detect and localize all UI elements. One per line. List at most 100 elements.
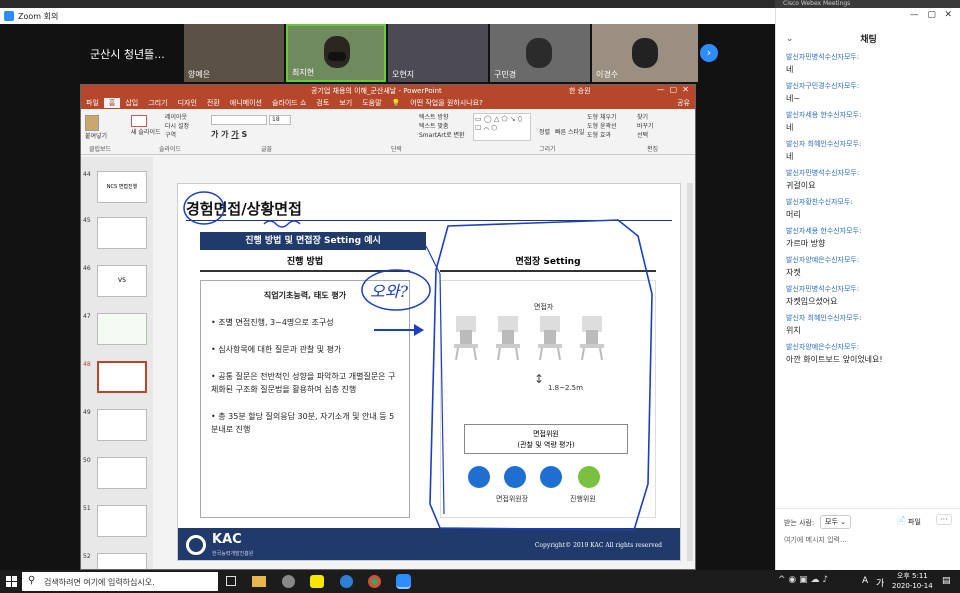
select-button[interactable]: 선택	[637, 131, 654, 140]
facilitator-label: 진행위원	[570, 495, 596, 503]
tab-transitions[interactable]: 전환	[202, 98, 225, 108]
candidate-seat-icon	[492, 316, 524, 361]
zoom-icon[interactable]	[396, 574, 411, 589]
window-controls[interactable]: — ▢ ✕	[657, 85, 689, 94]
edge-icon[interactable]	[340, 575, 353, 588]
method-box: 직업기초능력, 태도 평가 • 조별 면접진행, 3~4명으로 조구성 • 심사…	[200, 280, 410, 518]
participant-avatar	[632, 38, 658, 68]
file-explorer-icon[interactable]	[252, 576, 266, 587]
reset-button[interactable]: 다시 설정	[165, 122, 189, 131]
group-label-editing: 편집	[647, 146, 659, 153]
ink-annotation-text: 오와?	[370, 282, 409, 301]
clock-time: 오후 5:11	[896, 572, 928, 580]
taskbar-search[interactable]: ⚲ 검색하려면 여기에 입력하십시오.	[22, 572, 218, 591]
slide-thumbnail-selected[interactable]	[97, 361, 147, 393]
slide-thumbnail[interactable]	[97, 217, 147, 249]
tab-draw[interactable]: 그리기	[143, 98, 172, 108]
next-page-icon[interactable]: ›	[700, 44, 718, 62]
panel-line2: (관찰 및 역량 평가)	[517, 441, 575, 449]
smartart-button[interactable]: SmartArt로 변환	[419, 131, 465, 140]
tab-review[interactable]: 검토	[311, 98, 334, 108]
font-size-box[interactable]: 18	[269, 115, 291, 125]
tab-slideshow[interactable]: 슬라이드 쇼	[267, 98, 311, 108]
slide-number: 46	[83, 265, 91, 272]
task-view-icon[interactable]	[226, 576, 236, 586]
participant-tile[interactable]: 양예은	[184, 24, 284, 82]
ppt-tab-bar: 파일 홈 삽입 그리기 디자인 전환 애니메이션 슬라이드 쇼 검토 보기 도움…	[81, 97, 695, 109]
windows-taskbar: ⚲ 검색하려면 여기에 입력하십시오. ^ ◉ ▣ ☁ ♪ A 가 오후 5:1…	[0, 570, 960, 593]
thumbnail-pane[interactable]: 44 NCS 면접진행 45 46 VS 47 48 49 50 51 52	[81, 157, 153, 569]
section-banner: 진행 방법 및 면접장 Setting 예시	[200, 232, 426, 250]
share-button[interactable]: 공유	[672, 98, 695, 108]
tab-view[interactable]: 보기	[334, 98, 357, 108]
ime-indicator-korean[interactable]: 가	[876, 576, 884, 589]
group-label-paragraph: 단락	[391, 146, 403, 153]
participant-tile[interactable]: 오현지	[388, 24, 488, 82]
slide-canvas[interactable]: 경험면접/상황면접 진행 방법 및 면접장 Setting 예시 진행 방법 면…	[177, 183, 681, 561]
panel-box: 면접위원 (관찰 및 역량 평가)	[464, 424, 628, 454]
chrome-icon[interactable]	[368, 575, 381, 588]
zoom-title-bar: Zoom 회의	[0, 8, 775, 24]
text-align-button[interactable]: 텍스트 맞춤	[419, 122, 465, 131]
windows-start-icon[interactable]	[6, 576, 17, 587]
tab-home[interactable]: 홈	[103, 98, 121, 108]
recipient-select[interactable]: 모두 ⌄	[820, 515, 851, 529]
participant-tile-active[interactable]: 최지현	[286, 24, 386, 82]
slide-thumbnail[interactable]	[97, 409, 147, 441]
chat-message: 발신자세용 한수신자모두: 네	[786, 111, 862, 132]
tab-insert[interactable]: 삽입	[120, 98, 143, 108]
participant-tile[interactable]: 군산시 청년뜰...	[82, 24, 182, 82]
bullet-item: • 총 35분 할당 질의응답 30분, 자기소개 및 안내 등 5분내로 진행	[211, 412, 395, 434]
slide-thumbnail[interactable]	[97, 505, 147, 537]
shape-fill-button[interactable]: 도형 채우기	[587, 113, 617, 122]
participant-name: 오현지	[392, 70, 415, 79]
distance-arrow-icon: ↕	[534, 372, 545, 386]
tell-me-search[interactable]: 어떤 작업을 원하시나요?	[405, 98, 488, 108]
section-button[interactable]: 구역	[165, 131, 189, 140]
shape-outline-button[interactable]: 도형 윤곽선	[587, 122, 617, 131]
clock[interactable]: 오후 5:11 2020-10-14	[892, 571, 933, 591]
participant-tile[interactable]: 구민경	[490, 24, 590, 82]
tab-design[interactable]: 디자인	[173, 98, 202, 108]
footer-brand: KAC	[212, 532, 242, 547]
quick-styles-button[interactable]: 빠른 스타일	[555, 127, 585, 136]
kakaotalk-icon[interactable]	[310, 575, 324, 588]
replace-button[interactable]: 바꾸기	[637, 122, 654, 131]
chat-message: 발신자 최혜인수신자모두: 네	[786, 140, 862, 161]
text-direction-button[interactable]: 텍스트 방향	[419, 113, 465, 122]
chat-message: 발신자민병석수신자모두: 네	[786, 53, 860, 74]
more-icon[interactable]: ···	[936, 514, 952, 525]
layout-button[interactable]: 레이아웃	[165, 113, 189, 122]
chat-message: 발신자 최혜인수신자모두: 위치	[786, 314, 862, 335]
font-format-icons[interactable]: 가 가 가 S	[211, 129, 247, 140]
slide-thumbnail[interactable]: NCS 면접진행	[97, 171, 147, 203]
tray-icons[interactable]: ^ ◉ ▣ ☁ ♪	[778, 575, 828, 585]
file-button[interactable]: 파일	[908, 517, 921, 527]
participant-tile[interactable]: 이경수	[592, 24, 698, 82]
font-name-box[interactable]	[211, 115, 267, 125]
tab-animations[interactable]: 애니메이션	[225, 98, 267, 108]
app-icon[interactable]	[282, 575, 295, 588]
shape-effects-button[interactable]: 도형 효과	[587, 131, 617, 140]
paste-button[interactable]: 붙여넣기	[85, 115, 107, 140]
slide-thumbnail[interactable]	[97, 457, 147, 489]
ime-indicator[interactable]: A	[862, 576, 868, 586]
shapes-gallery[interactable]: ▭ ◯ △ ⬠ ↘ ⬯ ☐ ⌒ ⬡	[473, 113, 531, 141]
slide-thumbnail[interactable]	[97, 553, 147, 569]
notification-icon[interactable]: ▤	[942, 576, 951, 586]
slide-scrollbar[interactable]	[687, 183, 693, 561]
slide-thumbnail[interactable]: VS	[97, 265, 147, 297]
ppt-title: 공기업 채용의 이해_군산새날 - PowerPoint	[311, 87, 442, 95]
window-controls[interactable]: — ▢ ✕	[910, 10, 952, 20]
arrange-button[interactable]: 정렬	[539, 127, 550, 136]
new-slide-button[interactable]: 새 슬라이드	[131, 115, 161, 136]
tab-file[interactable]: 파일	[81, 98, 104, 108]
slide-number: 50	[83, 457, 91, 464]
left-header: 진행 방법	[200, 254, 410, 272]
file-icon[interactable]: 📄	[896, 516, 906, 525]
tab-help[interactable]: 도움말	[357, 98, 386, 108]
slide-thumbnail[interactable]	[97, 313, 147, 345]
chat-title: 채팅	[860, 35, 877, 45]
find-button[interactable]: 찾기	[637, 113, 654, 122]
chat-input[interactable]: 여기에 메시지 입력...	[784, 535, 954, 545]
